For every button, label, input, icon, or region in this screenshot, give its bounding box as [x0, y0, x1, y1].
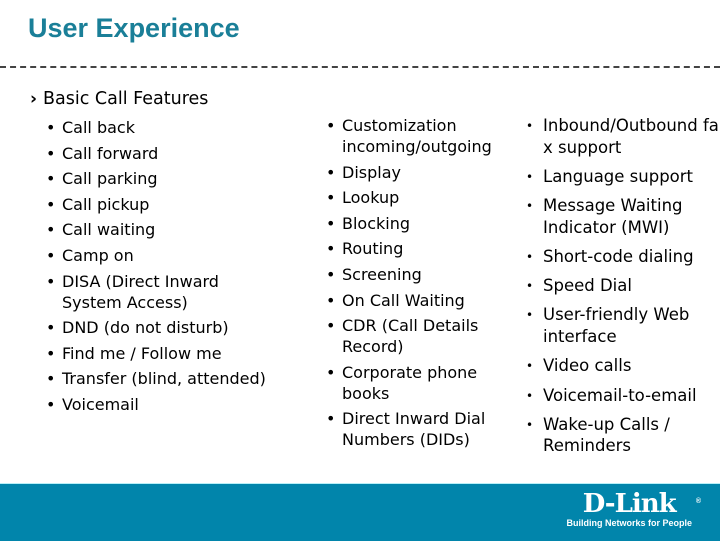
- registered-mark: ®: [695, 498, 701, 505]
- bullet-icon: •: [46, 194, 56, 214]
- list-item: • Language support: [526, 166, 720, 188]
- list-item: • CDR (Call Details Record): [326, 316, 479, 357]
- bullet-icon: •: [326, 116, 336, 135]
- list-item: • Voicemail-to-email: [526, 385, 720, 407]
- chevron-right-icon: ›: [30, 89, 38, 109]
- bullet-icon: •: [326, 264, 336, 284]
- bullet-icon: •: [326, 213, 336, 233]
- feature-list-col1: • Call back • Call forward • Call parking •…: [46, 117, 306, 420]
- logo-tagline: Building Networks for People: [566, 518, 692, 528]
- feature-list-col2: • Customization incoming/outgoing • Displa…: [326, 115, 516, 455]
- bullet-icon: •: [46, 143, 56, 163]
- bullet-icon: •: [326, 290, 336, 310]
- list-item: • Find me / Follow me: [46, 343, 222, 363]
- list-item: • Call forward: [46, 143, 159, 163]
- bullet-icon: •: [526, 388, 534, 403]
- bullet-icon: •: [326, 316, 336, 336]
- list-item: • Wake-up Calls / Reminders: [526, 414, 670, 456]
- list-item: • User-friendly Web interface: [526, 305, 690, 346]
- list-item: • Corporate phone books: [326, 362, 478, 403]
- list-item: • Screening: [326, 264, 422, 284]
- list-item: • Blocking: [326, 213, 411, 233]
- list-item: • Display: [326, 162, 401, 182]
- list-item: • Voicemail: [46, 394, 139, 414]
- list-item: • Message Waiting Indicator (MWI): [526, 196, 683, 237]
- bullet-icon: •: [46, 318, 56, 338]
- bullet-icon: •: [326, 239, 336, 259]
- bullet-icon: •: [526, 169, 534, 184]
- bullet-icon: •: [526, 417, 534, 432]
- dashed-divider: [0, 66, 720, 68]
- bullet-icon: •: [526, 119, 534, 133]
- bullet-icon: •: [46, 245, 56, 265]
- list-item: • Direct Inward Dial Numbers (DIDs): [326, 409, 486, 450]
- list-item: • Call parking: [46, 169, 158, 189]
- bullet-icon: •: [526, 199, 534, 214]
- bullet-icon: •: [326, 188, 336, 208]
- list-item: • Routing: [326, 239, 404, 259]
- slide-title: User Experience: [28, 13, 240, 43]
- list-item: • Call pickup: [46, 194, 150, 214]
- list-item: • Video calls: [526, 355, 720, 377]
- list-item: • Short-code dialing: [526, 246, 720, 268]
- list-item: • Lookup: [326, 188, 400, 208]
- bullet-icon: •: [526, 279, 534, 294]
- feature-list-col3: • Inbound/Outbound fax support • Language …: [526, 115, 720, 465]
- bullet-icon: •: [526, 359, 534, 374]
- list-item: • Customization incoming/outgoing: [326, 116, 492, 156]
- dlink-logo: D-Link ® Building Networks for People: [566, 489, 701, 528]
- section-heading-text: Basic Call Features: [43, 89, 209, 109]
- bullet-icon: •: [46, 369, 56, 389]
- list-item: • Call back: [46, 118, 135, 137]
- list-item: • DND (do not disturb): [46, 318, 229, 338]
- bullet-icon: •: [526, 308, 534, 323]
- bullet-icon: •: [46, 343, 56, 363]
- list-item: • DISA (Direct Inward System Access): [46, 271, 219, 312]
- bullet-icon: •: [526, 249, 534, 264]
- section-heading: › Basic Call Features: [30, 89, 208, 109]
- bullet-icon: •: [326, 362, 336, 382]
- list-item: • Inbound/Outbound fax support: [526, 116, 719, 157]
- list-item: • Transfer (blind, attended): [46, 369, 266, 389]
- bullet-icon: •: [46, 169, 56, 189]
- list-item: • Speed Dial: [526, 275, 720, 297]
- footer-bar: D-Link ® Building Networks for People: [0, 483, 720, 541]
- bullet-icon: •: [46, 271, 56, 291]
- logo-brand: D-Link ®: [582, 489, 701, 519]
- list-item: • On Call Waiting: [326, 290, 465, 310]
- list-item: • Camp on: [46, 245, 134, 265]
- bullet-icon: •: [46, 220, 56, 240]
- bullet-icon: •: [46, 118, 56, 137]
- bullet-icon: •: [46, 394, 56, 414]
- list-item: • Call waiting: [46, 220, 156, 240]
- bullet-icon: •: [326, 162, 336, 182]
- bullet-icon: •: [326, 409, 336, 429]
